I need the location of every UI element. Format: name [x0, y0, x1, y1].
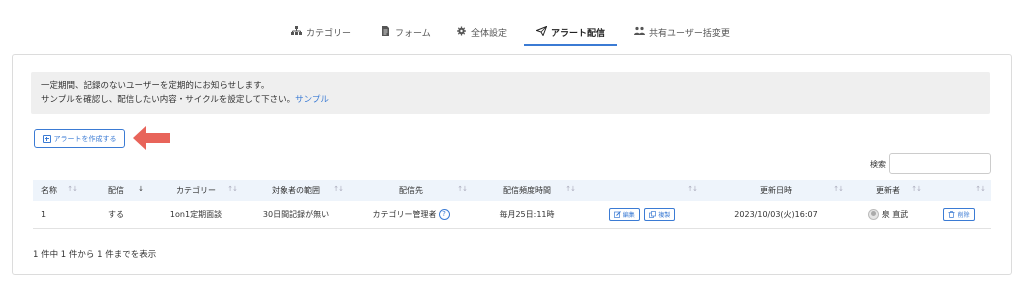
updater-name: 泉 直武	[881, 209, 909, 219]
copy-button[interactable]: 複製	[644, 207, 676, 221]
tab-category[interactable]: カテゴリー	[291, 26, 351, 46]
col-header-delete[interactable]: ↑↓	[927, 180, 991, 201]
cell-category: 1on1定期面談	[169, 209, 223, 219]
sample-link[interactable]: サンプル	[295, 95, 329, 105]
trash-icon	[948, 210, 955, 218]
cell-actions: 編集 複製	[581, 201, 703, 228]
cell-frequency: 毎月25日:11時	[499, 209, 555, 219]
notice-box: 一定期間、記録のないユーザーを定期的にお知らせします。 サンプルを確認し、配信し…	[31, 72, 990, 114]
plus-square-icon	[42, 134, 51, 143]
notice-line-2: サンプルを確認し、配信したい内容・サイクルを設定して下さい。サンプル	[41, 93, 980, 107]
tab-label: アラート配信	[551, 29, 606, 39]
category-tree-icon	[291, 26, 302, 35]
alert-panel: 一定期間、記録のないユーザーを定期的にお知らせします。 サンプルを確認し、配信し…	[12, 54, 1012, 275]
tab-shared-user-bulk-change[interactable]: 共有ユーザー括変更	[634, 26, 730, 46]
gear-icon	[457, 26, 466, 36]
table-header-row: 名称 ↑↓ 配信 ↓ カテゴリー ↑↓ 対象者の範囲 ↑↓ 配信先 ↑↓ 配信頻度時間 ↑↓…	[33, 180, 991, 201]
search-input[interactable]	[889, 153, 991, 174]
col-header-actions[interactable]: ↑↓	[581, 180, 703, 201]
destination-text: カテゴリー管理者	[372, 209, 437, 219]
tab-label: 全体設定	[471, 29, 508, 39]
col-header-destination[interactable]: 配信先 ↑↓	[349, 180, 473, 201]
notice-line-1: 一定期間、記録のないユーザーを定期的にお知らせします。	[41, 81, 270, 91]
avatar	[867, 208, 879, 220]
cell-delivery: する	[108, 209, 124, 219]
tab-general-settings[interactable]: 全体設定	[456, 26, 507, 46]
tab-label: 共有ユーザー括変更	[649, 29, 730, 39]
search-label: 検索	[870, 160, 886, 169]
alert-table: 名称 ↑↓ 配信 ↓ カテゴリー ↑↓ 対象者の範囲 ↑↓ 配信先 ↑↓ 配信頻度時間 ↑↓…	[33, 180, 991, 229]
col-header-category[interactable]: カテゴリー ↑↓	[149, 180, 243, 201]
cell-destination: カテゴリー管理者?	[349, 201, 473, 228]
table-row: 1 する 1on1定期面談 30日間記録が無い カテゴリー管理者? 毎月25日:…	[33, 201, 991, 228]
help-icon[interactable]: ?	[438, 208, 450, 220]
pagination-info: 1 件中 1 件から 1 件までを表示	[33, 250, 157, 260]
col-header-updated-by[interactable]: 更新者 ↑↓	[849, 180, 927, 201]
tab-label: カテゴリー	[306, 29, 352, 39]
edit-icon	[613, 210, 621, 218]
document-icon	[382, 26, 389, 36]
col-header-name[interactable]: 名称 ↑↓	[33, 180, 83, 201]
cell-delete: 削除	[927, 201, 991, 228]
send-icon	[536, 26, 547, 36]
col-header-updated-at[interactable]: 更新日時 ↑↓	[703, 180, 849, 201]
tab-alert-delivery[interactable]: アラート配信	[523, 26, 618, 46]
create-alert-button[interactable]: アラートを作成する	[34, 129, 125, 148]
col-header-delivery[interactable]: 配信 ↓	[83, 180, 149, 201]
cell-updated-by: 泉 直武	[849, 201, 927, 228]
pointer-arrow-icon	[133, 126, 170, 150]
copy-icon	[649, 210, 657, 218]
create-alert-label: アラートを作成する	[53, 134, 117, 143]
users-icon	[634, 26, 645, 35]
col-header-scope[interactable]: 対象者の範囲 ↑↓	[243, 180, 349, 201]
edit-button[interactable]: 編集	[608, 207, 640, 221]
tab-bar: カテゴリー フォーム 全体設定 アラート配信 共有ユーザー括変更	[0, 0, 1024, 46]
cell-scope: 30日間記録が無い	[262, 209, 330, 219]
delete-button[interactable]: 削除	[943, 207, 975, 221]
col-header-frequency[interactable]: 配信頻度時間 ↑↓	[473, 180, 581, 201]
cell-name: 1	[41, 209, 47, 219]
notice-text: サンプルを確認し、配信したい内容・サイクルを設定して下さい。	[41, 95, 296, 105]
cell-updated-at: 2023/10/03(火)16:07	[734, 209, 818, 219]
tab-form[interactable]: フォーム	[380, 26, 431, 46]
tab-label: フォーム	[395, 29, 431, 39]
